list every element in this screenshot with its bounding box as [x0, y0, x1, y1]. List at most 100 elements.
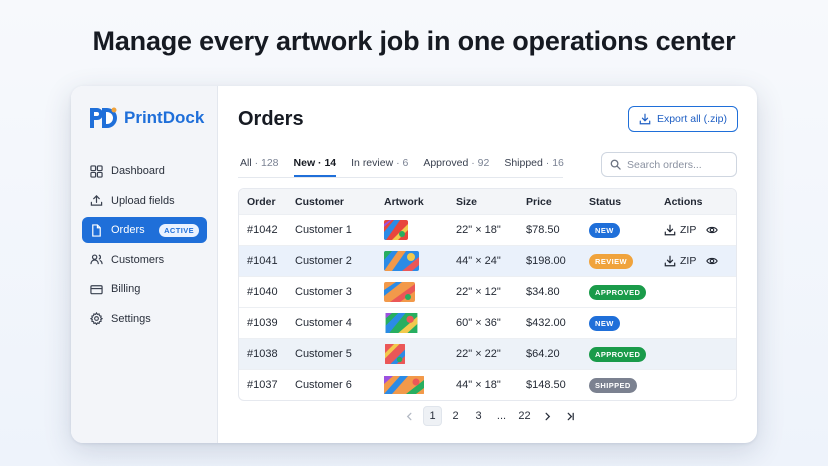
customer-name: Customer 5 — [295, 348, 352, 360]
tab-all[interactable]: All · 128 — [240, 157, 279, 177]
artwork-image — [384, 376, 424, 394]
sidebar-item-customers[interactable]: Customers — [82, 247, 207, 273]
upload-icon — [90, 195, 103, 206]
download-icon — [639, 113, 651, 125]
artwork-thumbnail[interactable] — [384, 313, 456, 333]
download-zip-button[interactable]: ZIP — [664, 224, 696, 236]
tab-count: · 128 — [254, 157, 279, 169]
sidebar-item-orders[interactable]: Orders ACTIVE — [82, 217, 207, 243]
sidebar-item-settings[interactable]: Settings — [82, 306, 207, 332]
artwork-thumbnail[interactable] — [384, 220, 456, 240]
headline: Manage every artwork job in one operatio… — [92, 26, 736, 56]
print-size: 60" × 36" — [456, 317, 501, 329]
sidebar-item-label: Dashboard — [111, 165, 165, 177]
artwork-thumbnail[interactable] — [384, 344, 456, 364]
orders-table: Order Customer Artwork Size Price Status… — [238, 188, 737, 401]
sidebar-item-label: Orders — [111, 224, 145, 236]
price: $34.80 — [526, 286, 560, 298]
download-icon — [664, 255, 676, 267]
status-tabs: All · 128 New · 14 In review · 6 Approve… — [240, 157, 564, 177]
search-box[interactable] — [601, 152, 737, 177]
sidebar-item-dashboard[interactable]: Dashboard — [82, 158, 207, 184]
status-badge: REVIEW — [589, 253, 633, 269]
pagination: 1 2 3 ... 22 — [400, 406, 580, 426]
artwork-thumbnail[interactable] — [384, 282, 456, 302]
download-icon — [664, 224, 676, 236]
zip-label: ZIP — [680, 255, 697, 267]
download-zip-button[interactable]: ZIP — [664, 255, 696, 267]
export-all-label: Export all (.zip) — [656, 113, 727, 125]
tab-in-review[interactable]: In review · 6 — [351, 157, 408, 177]
last-page-button[interactable] — [561, 406, 580, 426]
document-icon — [92, 223, 101, 237]
sidebar-item-upload-fields[interactable]: Upload fields — [82, 188, 207, 214]
tab-label: New — [293, 157, 316, 169]
sidebar: PrintDock Dashboard Upload fields Orders… — [71, 86, 218, 443]
sidebar-item-billing[interactable]: Billing — [82, 276, 207, 302]
sidebar-item-label: Billing — [111, 283, 141, 295]
print-size: 22" × 18" — [456, 224, 501, 236]
print-size: 22" × 12" — [456, 286, 501, 298]
status-badge: NEW — [589, 222, 620, 238]
table-row[interactable]: #1041 Customer 2 44" × 24" $198.00 REVIE… — [239, 245, 736, 276]
credit-card-icon — [90, 284, 103, 294]
tab-shipped[interactable]: Shipped · 16 — [504, 157, 564, 177]
column-header-artwork[interactable]: Artwork — [384, 196, 456, 208]
eye-icon — [706, 226, 719, 234]
price: $198.00 — [526, 255, 566, 267]
prev-page-button[interactable] — [400, 406, 419, 426]
tab-label: In review — [351, 157, 394, 169]
next-page-button[interactable] — [538, 406, 557, 426]
column-header-order[interactable]: Order — [239, 196, 295, 208]
tab-approved[interactable]: Approved · 92 — [423, 157, 489, 177]
price: $78.50 — [526, 224, 560, 236]
tab-count: · 16 — [545, 157, 564, 169]
zip-label: ZIP — [680, 224, 697, 236]
page-1-button[interactable]: 1 — [423, 406, 442, 426]
sidebar-item-label: Customers — [111, 253, 165, 266]
page-3-button[interactable]: 3 — [469, 406, 488, 426]
page-22-button[interactable]: 22 — [515, 406, 534, 426]
export-all-button[interactable]: Export all (.zip) — [627, 106, 738, 132]
order-id: #1042 — [247, 224, 278, 236]
active-badge: ACTIVE — [159, 223, 199, 237]
tab-label: Shipped — [504, 157, 543, 169]
chevron-right-icon — [545, 412, 551, 420]
artwork-thumbnail[interactable] — [384, 251, 456, 271]
table-row[interactable]: #1039 Customer 4 60" × 36" $432.00 NEW — [239, 307, 736, 338]
status-badge: NEW — [589, 315, 620, 331]
customer-name: Customer 6 — [295, 379, 352, 391]
column-header-actions: Actions — [664, 195, 703, 208]
column-header-status[interactable]: Status — [589, 196, 664, 208]
table-row[interactable]: #1037 Customer 6 44" × 18" $148.50 SHIPP… — [239, 369, 736, 400]
brand[interactable]: PrintDock — [88, 106, 207, 130]
column-header-customer[interactable]: Customer — [295, 196, 384, 208]
tab-label: Approved — [423, 157, 469, 169]
artwork-thumbnail[interactable] — [384, 375, 456, 395]
eye-icon — [706, 257, 719, 265]
artwork-image — [384, 251, 419, 271]
column-header-price[interactable]: Price — [526, 196, 589, 208]
page-title: Orders — [238, 108, 304, 130]
tab-label: All — [240, 157, 252, 169]
table-row[interactable]: #1042 Customer 1 22" × 18" $78.50 NEW ZI… — [239, 214, 736, 245]
preview-button[interactable] — [706, 224, 719, 236]
pd-logo-icon — [90, 107, 117, 128]
order-id: #1038 — [247, 348, 278, 360]
tab-count: · 92 — [471, 157, 490, 169]
status-badge: SHIPPED — [589, 377, 637, 393]
price: $148.50 — [526, 379, 566, 391]
price: $64.20 — [526, 348, 560, 360]
page-2-button[interactable]: 2 — [446, 406, 465, 426]
gear-icon — [90, 312, 103, 325]
preview-button[interactable] — [706, 255, 719, 267]
chevron-left-icon — [406, 412, 412, 420]
search-input[interactable] — [627, 158, 728, 171]
search-icon — [610, 159, 621, 170]
table-row[interactable]: #1040 Customer 3 22" × 12" $34.80 APPROV… — [239, 276, 736, 307]
table-row[interactable]: #1038 Customer 5 22" × 22" $64.20 APPROV… — [239, 338, 736, 369]
app-window: PrintDock Dashboard Upload fields Orders… — [71, 86, 757, 443]
column-header-size[interactable]: Size — [456, 196, 526, 208]
tab-new[interactable]: New · 14 — [293, 157, 337, 177]
print-size: 22" × 22" — [456, 348, 501, 360]
